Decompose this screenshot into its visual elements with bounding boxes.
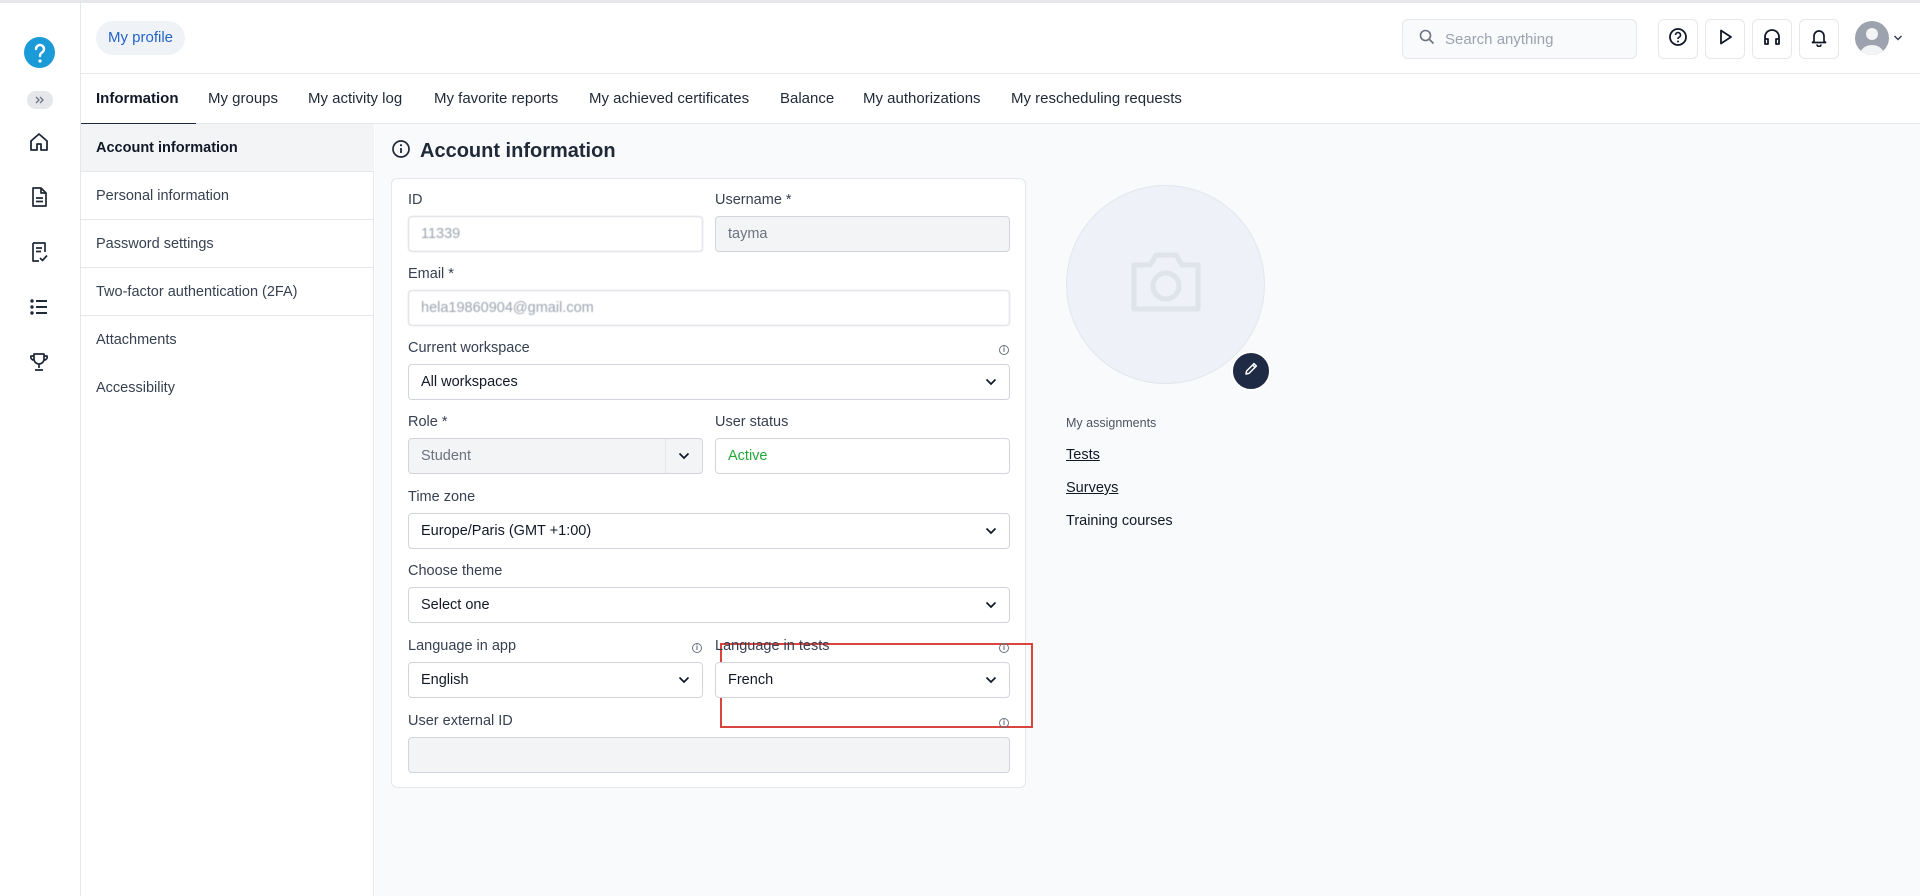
tab-information[interactable]: Information [81,75,195,125]
tab-my-favorite-reports[interactable]: My favorite reports [434,75,558,124]
assignment-training-courses[interactable]: Training courses [1066,513,1173,529]
assignment-link-tests[interactable]: Tests [1066,447,1100,463]
side-item-attachments[interactable]: Attachments [81,316,374,364]
side-item-account-information[interactable]: Account information [81,124,374,172]
language-app-label: Language in app [408,638,517,654]
main-content: Account information ID 11339 Username * … [375,124,1920,896]
play-icon [1715,27,1735,52]
side-item-accessibility[interactable]: Accessibility [81,364,374,412]
assignment-link-surveys[interactable]: Surveys [1066,480,1118,496]
tab-my-activity-log[interactable]: My activity log [308,75,402,124]
tab-my-authorizations[interactable]: My authorizations [863,75,981,124]
help-button[interactable] [1658,19,1698,59]
side-item-two-factor-auth[interactable]: Two-factor authentication (2FA) [81,268,374,316]
avatar[interactable] [1855,21,1889,55]
chevron-down-icon [678,439,690,473]
page-title: Account information [391,139,616,164]
search-box[interactable] [1402,19,1637,59]
camera-icon [1126,247,1206,322]
chevron-down-icon [985,365,997,399]
select-divider [665,439,666,473]
workspace-info-icon[interactable]: i [999,345,1009,355]
search-input[interactable] [1445,30,1625,48]
language-tests-select[interactable]: French [715,662,1010,698]
play-button[interactable] [1705,19,1745,59]
status-label: User status [715,414,789,430]
tab-my-achieved-certificates[interactable]: My achieved certificates [589,75,749,124]
language-tests-label: Language in tests [715,638,830,654]
role-select[interactable]: Student [408,438,703,474]
workspace-value: All workspaces [421,374,518,390]
language-app-info-icon[interactable]: i [692,643,702,653]
email-field[interactable]: hela19860904@gmail.com [408,290,1010,326]
id-label: ID [408,192,423,208]
info-icon [391,139,411,164]
workspace-select[interactable]: All workspaces [408,364,1010,400]
language-tests-value: French [728,672,774,688]
support-button[interactable] [1752,19,1792,59]
username-label: Username * [715,192,792,208]
page-title-text: Account information [420,140,616,162]
tab-my-rescheduling-requests[interactable]: My rescheduling requests [1011,75,1182,124]
theme-select[interactable]: Select one [408,587,1010,623]
tab-my-groups[interactable]: My groups [208,75,278,124]
language-app-select[interactable]: English [408,662,703,698]
chevron-down-icon [985,663,997,697]
chevron-down-icon[interactable] [1893,29,1903,47]
edit-photo-button[interactable] [1231,351,1271,391]
timezone-value: Europe/Paris (GMT +1:00) [421,523,592,539]
app-logo-icon[interactable] [24,37,55,68]
checklist-document-icon[interactable] [27,240,51,264]
status-field[interactable]: Active [715,438,1010,474]
list-icon[interactable] [27,295,51,319]
breadcrumb[interactable]: My profile [96,21,186,55]
user-menu[interactable] [1855,21,1903,55]
left-rail [0,3,81,896]
help-icon [1668,27,1688,52]
side-item-password-settings[interactable]: Password settings [81,220,374,268]
timezone-label: Time zone [408,489,476,505]
language-app-value: English [421,672,469,688]
theme-value: Select one [421,597,490,613]
workspace-label: Current workspace [408,340,530,356]
headphones-icon [1762,27,1782,52]
language-tests-info-icon[interactable]: i [999,643,1009,653]
side-item-personal-information[interactable]: Personal information [81,172,374,220]
trophy-icon[interactable] [27,350,51,374]
profile-side-menu: Account information Personal information… [81,124,374,896]
profile-tabs: Information My groups My activity log My… [81,75,1920,125]
expand-sidebar-icon[interactable] [27,91,53,109]
profile-photo[interactable] [1066,185,1265,384]
tab-balance[interactable]: Balance [780,75,834,124]
home-icon[interactable] [27,130,51,154]
document-icon[interactable] [27,185,51,209]
id-field[interactable]: 11339 [408,216,703,252]
search-icon [1419,29,1435,50]
external-id-info-icon[interactable]: i [999,718,1009,728]
notifications-button[interactable] [1799,19,1839,59]
chevron-down-icon [985,588,997,622]
theme-label: Choose theme [408,563,503,579]
external-id-label: User external ID [408,713,513,729]
email-label: Email * [408,266,454,282]
timezone-select[interactable]: Europe/Paris (GMT +1:00) [408,513,1010,549]
pencil-icon [1243,361,1259,382]
top-header: My profile [81,3,1920,74]
role-value: Student [421,448,471,464]
external-id-field[interactable] [408,737,1010,773]
chevron-down-icon [678,663,690,697]
role-label: Role * [408,414,448,430]
username-field[interactable]: tayma [715,216,1010,252]
assignments-heading: My assignments [1066,416,1157,430]
account-form-card: ID 11339 Username * tayma Email * hela19… [391,178,1033,788]
chevron-down-icon [985,514,997,548]
bell-icon [1809,27,1829,52]
